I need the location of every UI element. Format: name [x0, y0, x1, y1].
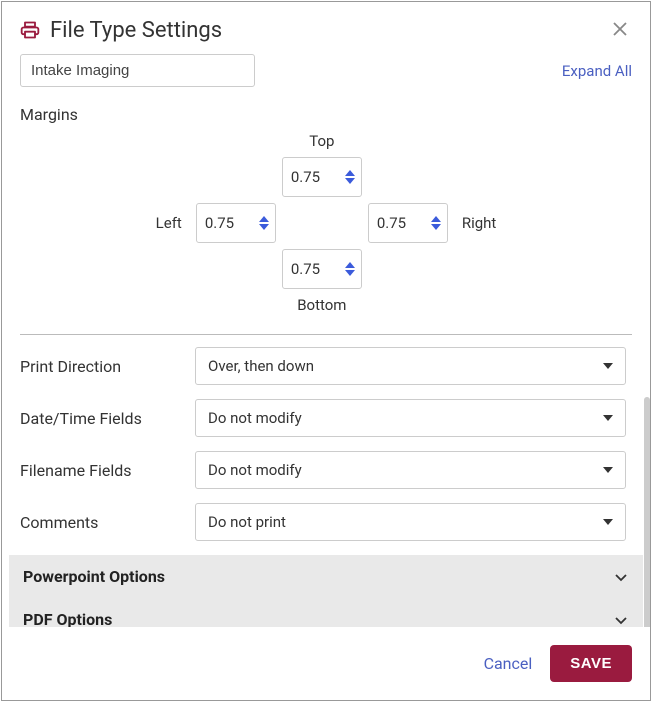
- expand-all-link[interactable]: Expand All: [562, 62, 632, 80]
- spinner-up-icon[interactable]: [431, 216, 441, 222]
- caret-down-icon: [603, 467, 613, 473]
- scrollbar-track[interactable]: [644, 397, 650, 627]
- spinner-up-icon[interactable]: [345, 262, 355, 268]
- comments-select[interactable]: Do not print: [195, 503, 626, 541]
- comments-row: Comments Do not print: [20, 503, 632, 541]
- margin-right-label: Right: [454, 212, 504, 234]
- print-direction-value: Over, then down: [208, 357, 314, 375]
- close-icon: [612, 18, 628, 42]
- powerpoint-options-label: Powerpoint Options: [23, 567, 165, 586]
- print-icon: [20, 20, 40, 40]
- datetime-fields-row: Date/Time Fields Do not modify: [20, 399, 632, 437]
- save-button[interactable]: SAVE: [550, 645, 632, 682]
- margin-right-value: 0.75: [369, 204, 425, 242]
- dialog-titlebar: File Type Settings: [2, 2, 650, 54]
- filename-fields-label: Filename Fields: [20, 461, 195, 480]
- margin-bottom-input[interactable]: 0.75: [282, 249, 362, 289]
- margin-left-label: Left: [148, 212, 190, 234]
- margin-top-label: Top: [282, 130, 362, 152]
- print-direction-row: Print Direction Over, then down: [20, 347, 632, 385]
- close-button[interactable]: [608, 16, 632, 44]
- datetime-fields-select[interactable]: Do not modify: [195, 399, 626, 437]
- margin-left-input[interactable]: 0.75: [196, 203, 276, 243]
- spinner-down-icon[interactable]: [345, 178, 355, 184]
- powerpoint-options-header[interactable]: Powerpoint Options: [9, 555, 643, 598]
- caret-down-icon: [603, 519, 613, 525]
- dialog-footer: Cancel SAVE: [2, 627, 650, 700]
- comments-label: Comments: [20, 513, 195, 532]
- pdf-options-header[interactable]: PDF Options: [9, 598, 643, 627]
- scrollbar-thumb[interactable]: [644, 397, 650, 627]
- spinner-up-icon[interactable]: [259, 216, 269, 222]
- margin-bottom-value: 0.75: [283, 250, 339, 288]
- comments-value: Do not print: [208, 513, 286, 531]
- file-type-settings-dialog: File Type Settings Expand All Margins To…: [1, 1, 651, 701]
- dialog-title: File Type Settings: [50, 18, 608, 43]
- spinner-up-icon[interactable]: [345, 170, 355, 176]
- margin-right-input[interactable]: 0.75: [368, 203, 448, 243]
- file-type-name-input[interactable]: [20, 54, 255, 87]
- caret-down-icon: [603, 415, 613, 421]
- filename-fields-value: Do not modify: [208, 461, 302, 479]
- pdf-options-label: PDF Options: [23, 610, 112, 627]
- datetime-fields-label: Date/Time Fields: [20, 409, 195, 428]
- spinner-down-icon[interactable]: [259, 224, 269, 230]
- margins-label: Margins: [20, 105, 632, 124]
- options-accordion: Powerpoint Options PDF Options: [9, 555, 643, 627]
- print-direction-select[interactable]: Over, then down: [195, 347, 626, 385]
- spinner-down-icon[interactable]: [345, 270, 355, 276]
- top-row: Expand All: [2, 54, 650, 97]
- margin-left-value: 0.75: [197, 204, 253, 242]
- margins-editor: Top 0.75 Left 0.75 0.75: [20, 130, 632, 316]
- margin-top-input[interactable]: 0.75: [282, 157, 362, 197]
- margin-bottom-label: Bottom: [282, 294, 362, 316]
- cancel-button[interactable]: Cancel: [484, 654, 533, 673]
- chevron-down-icon: [613, 569, 629, 585]
- print-direction-label: Print Direction: [20, 357, 195, 376]
- divider: [20, 334, 632, 335]
- dialog-body: Margins Top 0.75 Left 0.75: [2, 97, 650, 627]
- spinner-down-icon[interactable]: [431, 224, 441, 230]
- datetime-fields-value: Do not modify: [208, 409, 302, 427]
- caret-down-icon: [603, 363, 613, 369]
- chevron-down-icon: [613, 612, 629, 628]
- filename-fields-select[interactable]: Do not modify: [195, 451, 626, 489]
- margin-top-value: 0.75: [283, 158, 339, 196]
- filename-fields-row: Filename Fields Do not modify: [20, 451, 632, 489]
